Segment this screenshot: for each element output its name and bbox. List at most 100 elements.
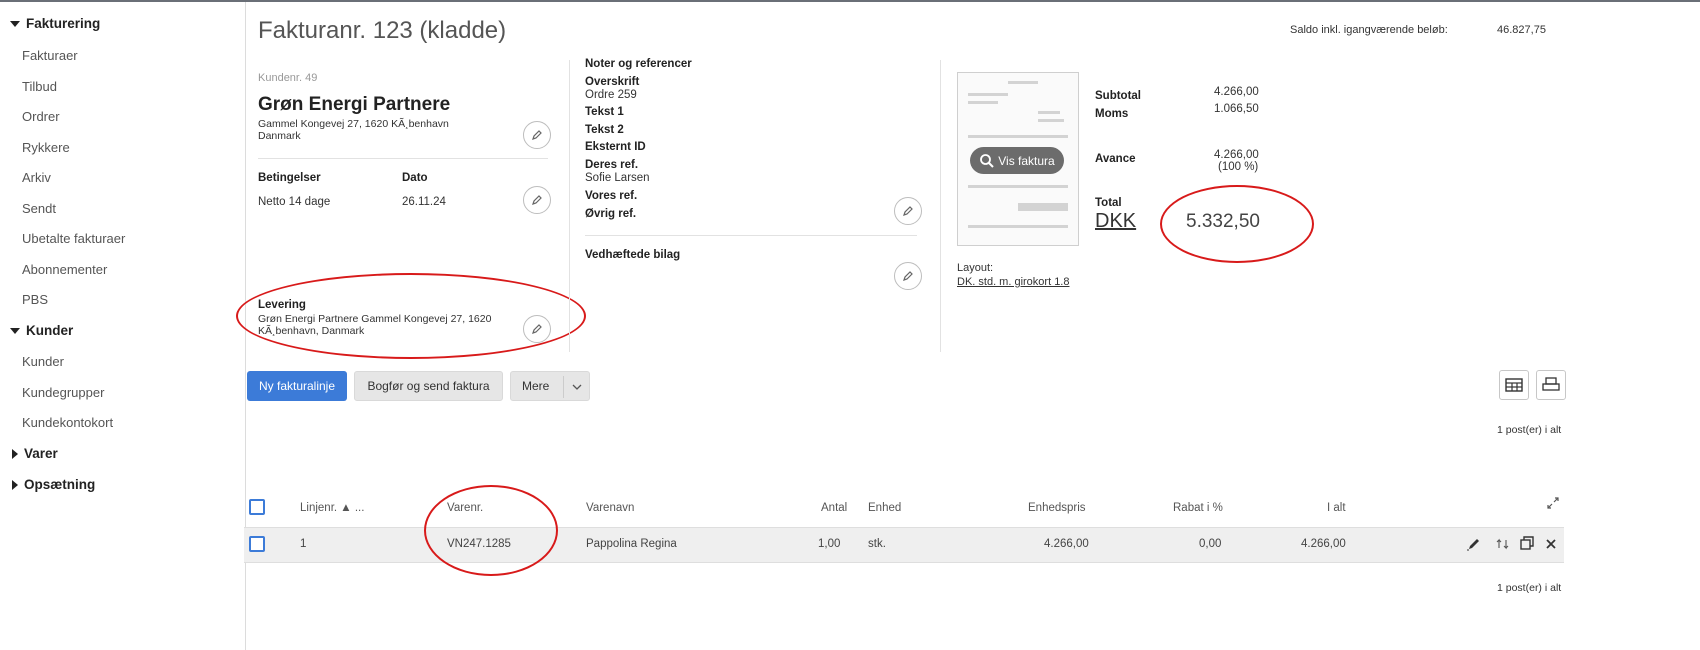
column-header-unit-price[interactable]: Enhedspris bbox=[1028, 502, 1086, 514]
sidebar-group-fakturering[interactable]: Fakturering bbox=[10, 16, 100, 31]
divider bbox=[569, 60, 570, 352]
view-invoice-button[interactable]: Vis faktura bbox=[970, 147, 1064, 174]
column-header-discount[interactable]: Rabat i % bbox=[1173, 502, 1223, 514]
subtotal-value: 4.266,00 bbox=[1214, 86, 1259, 98]
select-all-checkbox[interactable] bbox=[249, 499, 265, 515]
cell-line-no: 1 bbox=[300, 538, 307, 550]
deres-ref-value: Sofie Larsen bbox=[585, 172, 650, 184]
table-row[interactable] bbox=[244, 527, 1564, 563]
pencil-icon bbox=[903, 206, 913, 216]
caret-down-icon bbox=[10, 21, 20, 28]
terms-label: Betingelser bbox=[258, 172, 321, 184]
cell-discount: 0,00 bbox=[1199, 538, 1222, 550]
column-header-item-name[interactable]: Varenavn bbox=[586, 502, 634, 514]
top-border bbox=[0, 0, 1700, 2]
cell-unit-price: 4.266,00 bbox=[1044, 538, 1089, 550]
print-button[interactable] bbox=[1536, 370, 1566, 400]
magnifier-icon bbox=[980, 153, 994, 168]
cell-unit: stk. bbox=[868, 538, 886, 550]
sidebar-item-abonnementer[interactable]: Abonnementer bbox=[22, 262, 107, 277]
tekst1-label: Tekst 1 bbox=[585, 106, 624, 118]
table-view-button[interactable] bbox=[1499, 370, 1529, 400]
pencil-icon bbox=[532, 130, 542, 140]
edit-attachments-button[interactable] bbox=[894, 262, 922, 290]
saldo-value: 46.827,75 bbox=[1497, 24, 1546, 36]
column-header-item-no[interactable]: Varenr. bbox=[447, 502, 483, 514]
sidebar-item-ubetalte-fakturaer[interactable]: Ubetalte fakturaer bbox=[22, 231, 125, 246]
sidebar-group-kunder[interactable]: Kunder bbox=[10, 323, 73, 338]
avance-percent: (100 %) bbox=[1218, 161, 1259, 173]
customer-address-line1: Gammel Kongevej 27, 1620 KÃ¸benhavn bbox=[258, 118, 449, 130]
vores-ref-label: Vores ref. bbox=[585, 190, 638, 202]
avance-value: 4.266,00 bbox=[1214, 149, 1259, 161]
currency-link[interactable]: DKK bbox=[1095, 210, 1136, 233]
date-label: Dato bbox=[402, 172, 428, 184]
cell-item-name: Pappolina Regina bbox=[586, 538, 677, 550]
sidebar-item-sendt[interactable]: Sendt bbox=[22, 201, 56, 216]
sidebar-item-kunder[interactable]: Kunder bbox=[22, 354, 64, 369]
moms-label: Moms bbox=[1095, 108, 1129, 120]
expand-icon[interactable] bbox=[1546, 496, 1560, 510]
total-value: 5.332,50 bbox=[1186, 211, 1260, 232]
moms-value: 1.066,50 bbox=[1214, 103, 1259, 115]
tekst2-label: Tekst 2 bbox=[585, 124, 624, 136]
new-invoice-line-button[interactable]: Ny fakturalinje bbox=[247, 371, 347, 401]
date-value: 26.11.24 bbox=[402, 196, 446, 208]
reorder-icon[interactable] bbox=[1496, 538, 1510, 550]
delete-icon[interactable] bbox=[1545, 538, 1557, 550]
overskrift-label: Overskrift bbox=[585, 76, 640, 88]
edit-customer-button[interactable] bbox=[523, 121, 551, 149]
more-dropdown[interactable]: Mere bbox=[510, 371, 590, 401]
edit-notes-button[interactable] bbox=[894, 197, 922, 225]
sidebar-item-ordrer[interactable]: Ordrer bbox=[22, 109, 60, 124]
avance-label: Avance bbox=[1095, 153, 1136, 165]
record-count-bottom: 1 post(er) i alt bbox=[1497, 582, 1562, 594]
sidebar-item-arkiv[interactable]: Arkiv bbox=[22, 170, 51, 185]
sidebar-item-rykkere[interactable]: Rykkere bbox=[22, 140, 70, 155]
sidebar-group-opsaetning[interactable]: Opsætning bbox=[10, 477, 95, 492]
pencil-icon bbox=[532, 195, 542, 205]
column-header-qty[interactable]: Antal bbox=[821, 502, 847, 514]
chevron-down-icon bbox=[572, 384, 582, 390]
customer-name: Grøn Energi Partnere bbox=[258, 94, 451, 115]
delivery-label: Levering bbox=[258, 299, 306, 311]
delivery-line2: KÃ¸benhavn, Danmark bbox=[258, 325, 365, 337]
printer-icon bbox=[1542, 377, 1560, 391]
column-header-line-no[interactable]: Linjenr. ▲ ... bbox=[300, 502, 364, 514]
divider bbox=[258, 158, 548, 159]
oevrig-ref-label: Øvrig ref. bbox=[585, 208, 637, 220]
sidebar-item-fakturaer[interactable]: Fakturaer bbox=[22, 48, 78, 63]
row-checkbox[interactable] bbox=[249, 536, 265, 552]
caret-down-icon bbox=[10, 328, 20, 335]
cell-item-no: VN247.1285 bbox=[447, 538, 511, 550]
sidebar-item-kundekontokort[interactable]: Kundekontokort bbox=[22, 415, 113, 430]
edit-terms-button[interactable] bbox=[523, 186, 551, 214]
attachments-label: Vedhæftede bilag bbox=[585, 249, 681, 261]
layout-link[interactable]: DK. std. m. girokort 1.8 bbox=[957, 276, 1069, 288]
pencil-icon bbox=[532, 324, 542, 334]
layout-label: Layout: bbox=[957, 262, 994, 274]
subtotal-label: Subtotal bbox=[1095, 90, 1141, 102]
sidebar-item-pbs[interactable]: PBS bbox=[22, 292, 48, 307]
cell-qty: 1,00 bbox=[818, 538, 841, 550]
record-count-top: 1 post(er) i alt bbox=[1497, 424, 1562, 436]
caret-right-icon bbox=[12, 480, 18, 491]
post-and-send-button[interactable]: Bogfør og send faktura bbox=[354, 371, 503, 401]
column-header-unit[interactable]: Enhed bbox=[868, 502, 901, 514]
ekstern-id-label: Eksternt ID bbox=[585, 141, 646, 153]
copy-icon[interactable] bbox=[1519, 535, 1535, 551]
sidebar-item-tilbud[interactable]: Tilbud bbox=[22, 79, 57, 94]
grid-icon bbox=[1505, 378, 1523, 392]
deres-ref-label: Deres ref. bbox=[585, 159, 639, 171]
sidebar-group-varer[interactable]: Varer bbox=[10, 446, 58, 461]
column-header-total[interactable]: I alt bbox=[1327, 502, 1346, 514]
caret-right-icon bbox=[12, 449, 18, 460]
saldo-label: Saldo inkl. igangværende beløb: bbox=[1290, 24, 1448, 36]
sidebar: Fakturering Fakturaer Tilbud Ordrer Rykk… bbox=[0, 2, 246, 650]
divider bbox=[940, 60, 941, 352]
cell-total: 4.266,00 bbox=[1301, 538, 1346, 550]
sidebar-item-kundegrupper[interactable]: Kundegrupper bbox=[22, 385, 104, 400]
customer-address-line2: Danmark bbox=[258, 130, 301, 142]
edit-delivery-button[interactable] bbox=[523, 315, 551, 343]
edit-row-icon[interactable] bbox=[1466, 537, 1482, 551]
